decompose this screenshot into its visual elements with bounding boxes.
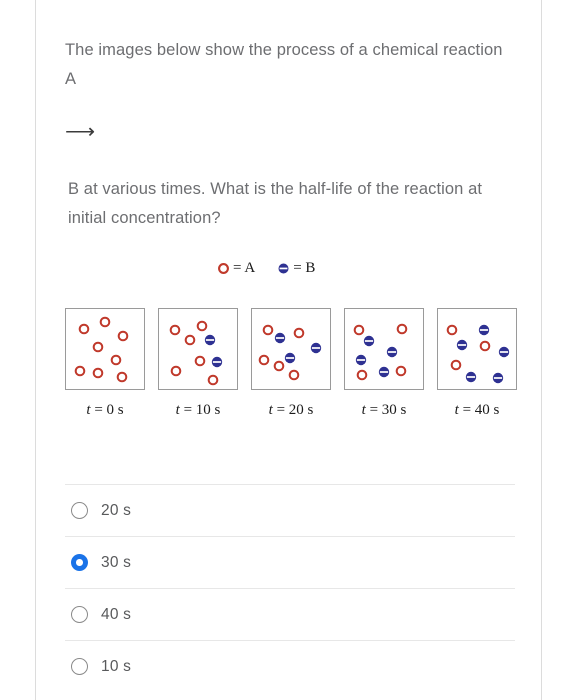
particle-b <box>284 352 296 364</box>
answer-option-30-s[interactable]: 30 s <box>65 536 515 588</box>
particle-a <box>207 374 219 386</box>
reaction-frame-40s <box>437 308 517 390</box>
answer-options: 20 s 30 s 40 s 10 s <box>65 484 515 692</box>
open-red-circle-icon <box>218 263 229 274</box>
answer-option-label: 20 s <box>101 501 132 519</box>
particle-b <box>355 354 367 366</box>
particle-a <box>446 324 458 336</box>
particle-field <box>258 324 322 381</box>
radio-button[interactable] <box>71 502 88 519</box>
reaction-frame-0s <box>65 308 145 390</box>
particle-a <box>479 340 491 352</box>
particle-b <box>386 346 398 358</box>
particle-a <box>293 327 305 339</box>
particle-field <box>74 316 129 383</box>
particle-b <box>211 356 223 368</box>
reaction-frame-20s <box>251 308 331 390</box>
particle-field <box>169 320 223 386</box>
particle-a <box>92 367 104 379</box>
particle-a <box>99 316 111 328</box>
answer-option-40-s[interactable]: 40 s <box>65 588 515 640</box>
particle-a <box>116 371 128 383</box>
question-text-part-1: The images below show the process of a c… <box>65 41 503 88</box>
reaction-frame-30s <box>344 308 424 390</box>
particle-a <box>110 354 122 366</box>
particle-a <box>258 354 270 366</box>
particle-b <box>498 346 510 358</box>
question-page: The images below show the process of a c… <box>0 0 580 700</box>
particle-a <box>170 365 182 377</box>
particle-a <box>353 324 365 336</box>
radio-button-selected[interactable] <box>71 554 88 571</box>
species-legend: = A = B <box>217 260 315 277</box>
page-left-rule <box>35 0 36 700</box>
particle-field <box>353 323 408 381</box>
particle-a <box>396 323 408 335</box>
particle-a <box>450 359 462 371</box>
particle-a <box>395 365 407 377</box>
answer-option-label: 40 s <box>101 605 132 623</box>
particle-b <box>378 366 390 378</box>
reaction-arrow-icon: ⟶ <box>65 120 96 143</box>
particle-a <box>78 323 90 335</box>
particle-a <box>196 320 208 332</box>
particle-b <box>363 335 375 347</box>
time-label-10s: t = 10 s <box>175 402 221 418</box>
particle-b <box>478 324 490 336</box>
legend-label-a: = A <box>233 260 256 276</box>
radio-button[interactable] <box>71 658 88 675</box>
particle-a <box>117 330 129 342</box>
particle-a <box>288 369 300 381</box>
particle-a <box>92 341 104 353</box>
particle-a <box>273 360 285 372</box>
particle-a <box>74 365 86 377</box>
time-label-30s: t = 30 s <box>361 402 407 418</box>
particle-field <box>446 324 510 384</box>
question-text-part-2: B at various times. What is the half-lif… <box>68 180 483 227</box>
answer-option-label: 10 s <box>101 657 132 675</box>
question-content: The images below show the process of a c… <box>65 0 517 700</box>
particle-a <box>356 369 368 381</box>
particle-b <box>310 342 322 354</box>
particle-b <box>492 372 504 384</box>
answer-option-10-s[interactable]: 10 s <box>65 640 515 692</box>
particle-a <box>194 355 206 367</box>
legend-entry-a: = A <box>217 260 255 277</box>
time-label-20s: t = 20 s <box>268 402 314 418</box>
time-label-0s: t = 0 s <box>86 402 124 418</box>
particle-b <box>465 371 477 383</box>
frame-time-labels: t = 0 s t = 10 s t = 20 s t = 30 s t = 40 s <box>65 402 515 424</box>
reaction-frames <box>65 308 517 390</box>
time-label-40s: t = 40 s <box>454 402 500 418</box>
particle-a <box>184 334 196 346</box>
particle-a <box>169 324 181 336</box>
answer-option-label: 30 s <box>101 553 132 571</box>
particle-a <box>262 324 274 336</box>
particle-b <box>204 334 216 346</box>
legend-label-b: = B <box>293 260 316 276</box>
page-right-rule <box>541 0 542 700</box>
particle-b <box>456 339 468 351</box>
filled-blue-circle-icon <box>278 263 289 274</box>
reaction-frame-10s <box>158 308 238 390</box>
legend-entry-b: = B <box>277 260 315 277</box>
radio-button[interactable] <box>71 606 88 623</box>
answer-option-20-s[interactable]: 20 s <box>65 484 515 536</box>
particle-b <box>274 332 286 344</box>
